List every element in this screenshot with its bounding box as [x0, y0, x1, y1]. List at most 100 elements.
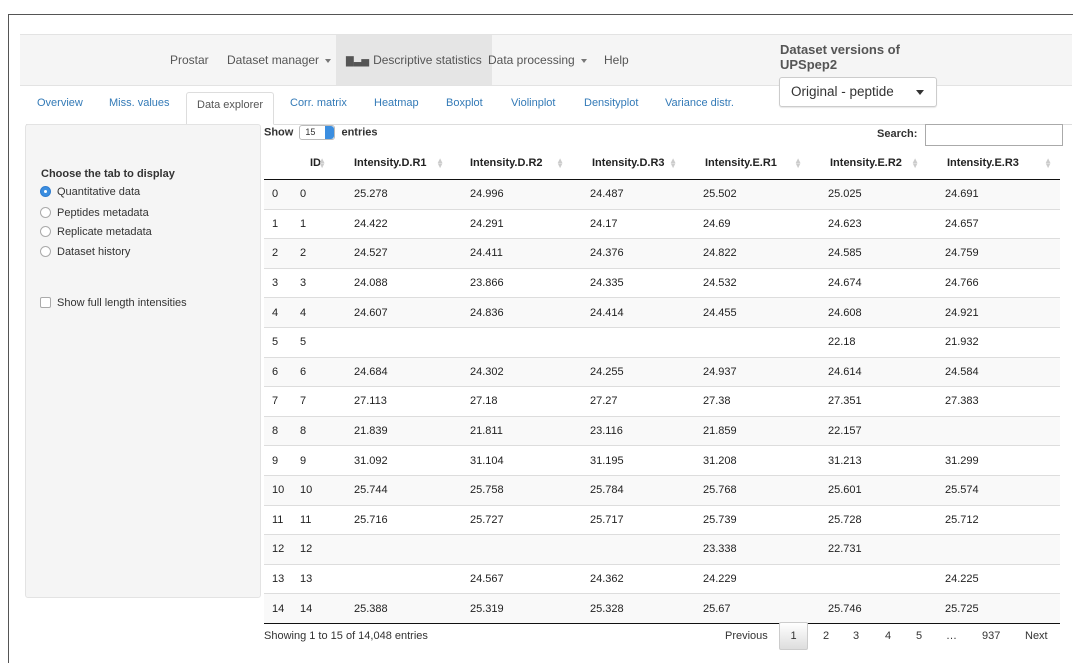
pagination-page[interactable]: 4 — [885, 630, 891, 642]
tab-miss-values[interactable]: Miss. values — [109, 97, 170, 109]
table-cell — [572, 326, 685, 358]
page-length-select[interactable]: 15 — [299, 125, 336, 140]
radio-label: Replicate metadata — [57, 226, 152, 238]
table-cell: 31.104 — [452, 445, 572, 476]
pagination-page[interactable]: 3 — [853, 630, 859, 642]
table-cell: 23.116 — [572, 415, 685, 446]
tab-boxplot[interactable]: Boxplot — [446, 97, 483, 109]
table-cell — [572, 534, 685, 565]
nav-brand[interactable]: Prostar — [170, 35, 209, 85]
column-header-intensity-e-r2[interactable]: Intensity.E.R2 ▲ ▼ — [810, 147, 927, 180]
nav-dataset-manager[interactable]: Dataset manager — [227, 35, 332, 85]
column-header-intensity-e-r1[interactable]: Intensity.E.R1 ▲ ▼ — [685, 147, 810, 180]
tab-densityplot[interactable]: Densityplot — [584, 97, 638, 109]
search-input[interactable] — [925, 124, 1063, 146]
table-cell: 24.759 — [927, 238, 1060, 269]
table-cell: 31.195 — [572, 445, 685, 476]
radio-quantitative-data[interactable]: Quantitative data — [40, 186, 140, 198]
nav-help[interactable]: Help — [604, 35, 629, 85]
chevron-down-icon — [580, 58, 587, 63]
table-row[interactable]: 14 14 25.388 25.319 25.328 25.67 25.746 25.725 — [264, 593, 1060, 624]
table-cell: 25.319 — [452, 593, 572, 624]
radio-dataset-history[interactable]: Dataset history — [40, 246, 130, 258]
table-row[interactable]: 6 6 24.684 24.302 24.255 24.937 24.614 24.584 — [264, 356, 1060, 387]
table-cell: 5 — [264, 326, 290, 358]
table-cell: 11 — [290, 504, 334, 535]
table-row[interactable]: 7 7 27.113 27.18 27.27 27.38 27.351 27.383 — [264, 386, 1060, 417]
table-cell: 12 — [290, 534, 334, 565]
nav-descriptive-statistics[interactable]: ▇▃▅ Descriptive statistics — [336, 35, 492, 85]
tab-data-explorer[interactable]: Data explorer — [186, 92, 275, 125]
sort-icon: ▲ ▼ — [794, 156, 802, 170]
table-cell: 25.025 — [810, 179, 927, 210]
tab-overview[interactable]: Overview — [37, 97, 83, 109]
table-cell — [452, 326, 572, 358]
table-cell: 25.717 — [572, 504, 685, 535]
sort-icon: ▲ ▼ — [1044, 156, 1052, 170]
table-cell: 25.744 — [334, 474, 452, 506]
table-cell: 21.859 — [685, 415, 810, 446]
tab-heatmap[interactable]: Heatmap — [374, 97, 419, 109]
version-select[interactable]: Original - peptide — [779, 77, 937, 107]
table-row[interactable]: 9 9 31.092 31.104 31.195 31.208 31.213 31.299 — [264, 445, 1060, 476]
nav-data-processing[interactable]: Data processing — [488, 35, 587, 85]
table-cell: 25.727 — [452, 504, 572, 535]
table-cell: 27.383 — [927, 386, 1060, 417]
table-cell: 24.302 — [452, 356, 572, 387]
radio-peptides-metadata[interactable]: Peptides metadata — [40, 207, 149, 219]
table-row[interactable]: 13 13 24.567 24.362 24.229 24.225 — [264, 563, 1060, 594]
table-cell: 27.27 — [572, 386, 685, 417]
tab-corr-matrix[interactable]: Corr. matrix — [290, 97, 347, 109]
nav-data-processing-label: Data processing — [488, 53, 575, 67]
table-row[interactable]: 10 10 25.744 25.758 25.784 25.768 25.601 25.574 — [264, 474, 1060, 506]
table-cell: 25.746 — [810, 593, 927, 624]
radio-label: Peptides metadata — [57, 207, 149, 219]
table-cell: 21.811 — [452, 415, 572, 446]
chevron-down-icon — [916, 90, 924, 95]
table-cell: 24.414 — [572, 297, 685, 328]
table-cell: 25.728 — [810, 504, 927, 535]
table-row[interactable]: 11 11 25.716 25.727 25.717 25.739 25.728 25.712 — [264, 504, 1060, 535]
column-header-intensity-d-r2[interactable]: Intensity.D.R2 ▲ ▼ — [452, 147, 572, 180]
tab-violinplot[interactable]: Violinplot — [511, 97, 555, 109]
table-cell: 25.328 — [572, 593, 685, 624]
table-cell: 27.38 — [685, 386, 810, 417]
column-header-intensity-d-r1[interactable]: Intensity.D.R1 ▲ ▼ — [334, 147, 452, 180]
radio-label: Dataset history — [57, 246, 131, 258]
radio-selected-icon — [40, 186, 51, 197]
pagination-previous[interactable]: Previous — [725, 630, 768, 642]
radio-icon — [40, 207, 51, 218]
table-cell: 25.758 — [452, 474, 572, 506]
table-row[interactable]: 12 12 23.338 22.731 — [264, 534, 1060, 565]
pagination-page-current[interactable]: 1 — [779, 622, 808, 650]
nav-dataset-manager-label: Dataset manager — [227, 53, 320, 67]
radio-replicate-metadata[interactable]: Replicate metadata — [40, 226, 152, 238]
column-header-index[interactable] — [264, 147, 290, 180]
table-row[interactable]: 1 1 24.422 24.291 24.17 24.69 24.623 24.657 — [264, 208, 1060, 239]
column-header-intensity-d-r3[interactable]: Intensity.D.R3 ▲ ▼ — [572, 147, 685, 180]
table-row[interactable]: 3 3 24.088 23.866 24.335 24.532 24.674 24.766 — [264, 267, 1060, 298]
table-cell: 23.866 — [452, 267, 572, 298]
table-row[interactable]: 2 2 24.527 24.411 24.376 24.822 24.585 24.759 — [264, 238, 1060, 269]
tab-variance-distr[interactable]: Variance distr. — [665, 97, 734, 109]
radio-label: Quantitative data — [57, 186, 141, 198]
pagination-page[interactable]: 5 — [916, 630, 922, 642]
table-row[interactable]: 8 8 21.839 21.811 23.116 21.859 22.157 — [264, 415, 1060, 446]
checkbox-full-length-intensities[interactable]: Show full length intensities — [40, 297, 187, 309]
bar-chart-icon: ▇▃▅ — [346, 56, 370, 67]
table-row[interactable]: 0 0 25.278 24.996 24.487 25.502 25.025 24.691 — [264, 179, 1060, 210]
sort-icon: ▲ ▼ — [669, 156, 677, 170]
table-cell: 25.784 — [572, 474, 685, 506]
table-cell: 1 — [264, 208, 290, 239]
pagination-next[interactable]: Next — [1025, 630, 1048, 642]
pagination-page[interactable]: 2 — [823, 630, 829, 642]
column-header-id[interactable]: ID ▲ ▼ — [290, 147, 334, 180]
table-cell: 14 — [264, 593, 290, 624]
table-cell: 25.388 — [334, 593, 452, 624]
table-cell: 24.17 — [572, 208, 685, 239]
table-row[interactable]: 5 5 22.18 21.932 — [264, 326, 1060, 358]
table-cell: 9 — [290, 445, 334, 476]
column-header-intensity-e-r3[interactable]: Intensity.E.R3 ▲ ▼ — [927, 147, 1060, 180]
pagination-page[interactable]: 937 — [982, 630, 1000, 642]
table-row[interactable]: 4 4 24.607 24.836 24.414 24.455 24.608 24.921 — [264, 297, 1060, 328]
